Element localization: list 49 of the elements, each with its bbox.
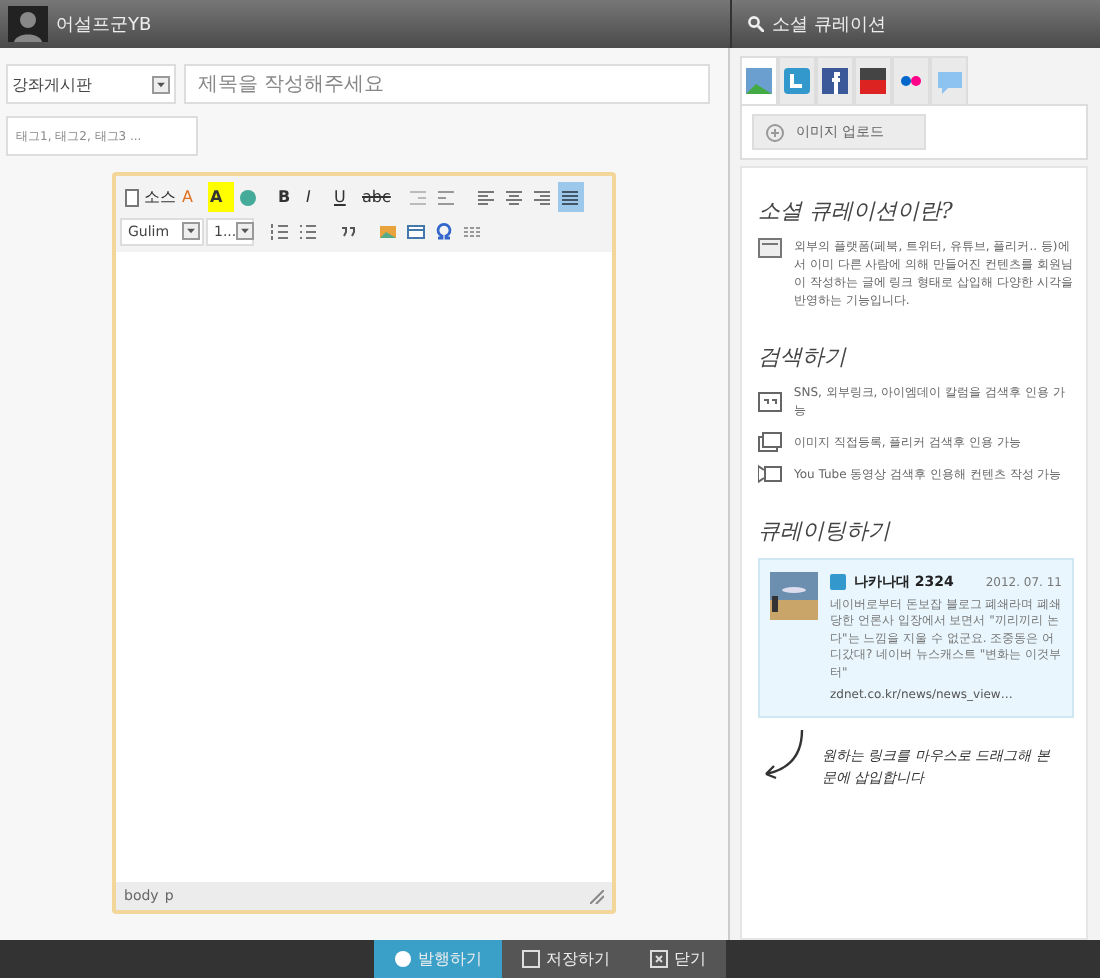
panel-title: 소셜 큐레이션 <box>772 13 886 37</box>
horizontal-rule-icon <box>462 221 482 241</box>
align-left-icon <box>476 187 497 207</box>
toolbar-button[interactable]: 소스 <box>120 182 178 212</box>
photo-icon <box>746 68 772 94</box>
caret-icon <box>182 222 200 240</box>
omega-icon <box>434 221 454 241</box>
close-icon <box>650 950 668 968</box>
table-icon <box>406 221 426 241</box>
f-logo-icon <box>822 68 848 94</box>
caret-icon <box>236 222 255 240</box>
title-field[interactable]: 제목을 작성해주세요 <box>184 64 710 104</box>
avatar <box>8 6 48 42</box>
resize-grip-icon[interactable] <box>590 889 604 903</box>
source-tab[interactable] <box>892 56 930 104</box>
toolbar-button[interactable]: A <box>208 182 234 212</box>
speech-bubble-icon <box>935 67 963 95</box>
indent-icon <box>436 187 457 207</box>
toolbar-button[interactable]: B <box>276 182 302 212</box>
align-justify-icon <box>560 187 581 207</box>
plus-icon <box>766 123 784 141</box>
image-icon <box>378 221 398 241</box>
align-center-icon <box>504 187 525 207</box>
toolbar-button[interactable]: I <box>304 182 330 212</box>
toolbar-button[interactable]: U <box>332 182 358 212</box>
document-icon <box>122 187 142 207</box>
search-icon <box>748 16 764 32</box>
section-heading: 소셜 큐레이션이란? <box>758 196 955 226</box>
bullet-list-icon <box>298 221 318 241</box>
footer-button[interactable]: 저장하기 <box>502 940 630 978</box>
save-icon <box>522 950 540 968</box>
category-select[interactable]: 강좌게시판 <box>6 64 176 104</box>
photos-icon <box>758 432 782 452</box>
align-right-icon <box>532 187 553 207</box>
toolbar-button[interactable] <box>558 182 585 212</box>
quote-icon <box>338 221 358 241</box>
section-heading: 검색하기 <box>758 342 849 372</box>
toolbar-button[interactable]: abc <box>360 182 393 212</box>
source-tab[interactable] <box>816 56 854 104</box>
outdent-icon <box>408 187 429 207</box>
section-heading: 큐레이팅하기 <box>758 516 893 546</box>
numbered-list-icon <box>270 221 290 241</box>
source-tab[interactable] <box>854 56 892 104</box>
user-name: 어설프군YB <box>56 13 152 37</box>
video-icon <box>758 464 782 484</box>
caret-icon <box>152 75 170 93</box>
footer-button[interactable]: 닫기 <box>630 940 726 978</box>
quote-icon <box>758 392 782 412</box>
news-icon <box>758 238 782 258</box>
